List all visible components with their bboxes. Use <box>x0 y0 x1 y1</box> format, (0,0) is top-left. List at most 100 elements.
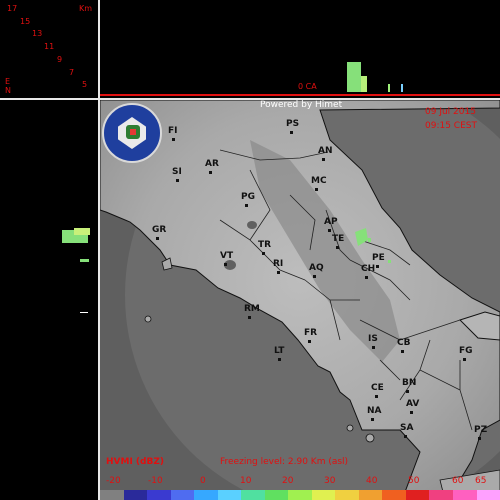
legend-tick: 30 <box>324 476 336 486</box>
echo-cell <box>347 62 361 92</box>
radar-display: 17 Km 15 13 11 9 7 5 E N 0 CA Powered by… <box>0 0 500 500</box>
legend-color-step <box>405 490 430 500</box>
legend-colorbar <box>100 490 500 500</box>
city-code: AQ <box>309 263 324 273</box>
legend-tick: -10 <box>148 476 163 486</box>
city-marker <box>224 263 227 266</box>
city-code: LT <box>274 346 285 356</box>
city-code: FI <box>168 126 178 136</box>
legend-tick: 20 <box>282 476 294 486</box>
city-code: FG <box>459 346 473 356</box>
city-marker <box>172 138 175 141</box>
legend-color-step <box>264 490 289 500</box>
city-code: RM <box>244 304 260 314</box>
city-code: FR <box>304 328 318 338</box>
legend-tick: -20 <box>106 476 121 486</box>
radar-date: 09 Jul 2015 <box>425 107 476 117</box>
ns-cross-section <box>0 100 98 500</box>
city-marker <box>410 411 413 414</box>
echo-area <box>368 238 371 242</box>
city-code: PE <box>372 253 385 263</box>
city-code: TE <box>332 234 345 244</box>
city-marker <box>245 204 248 207</box>
axis-label-n: N <box>5 86 11 95</box>
city-code: IS <box>368 334 378 344</box>
legend-color-step <box>452 490 477 500</box>
echo-cell <box>388 84 390 92</box>
city-marker <box>315 188 318 191</box>
legend-color-step <box>241 490 265 500</box>
city-code: AV <box>406 399 420 409</box>
legend-color-step <box>358 490 383 500</box>
city-marker <box>328 229 331 232</box>
legend-color-step <box>123 490 148 500</box>
city-code: PG <box>241 192 255 202</box>
legend-tick: 60 <box>452 476 464 486</box>
city-code: AP <box>324 217 338 227</box>
city-marker <box>176 179 179 182</box>
city-marker <box>336 246 339 249</box>
echo-cell <box>74 228 90 235</box>
city-code: PS <box>286 119 300 129</box>
island <box>144 315 152 323</box>
legend-color-step <box>311 490 336 500</box>
axis-label-e: E <box>5 77 11 86</box>
city-code: GR <box>152 225 167 235</box>
city-code: TR <box>258 240 272 250</box>
legend-color-step <box>194 490 218 500</box>
city-code: PZ <box>474 425 488 435</box>
height-label-13: 13 <box>32 29 43 38</box>
city-marker <box>248 316 251 319</box>
city-code: CH <box>361 264 376 274</box>
radar-time: 09:15 CEST <box>425 121 477 131</box>
legend-tick: 40 <box>366 476 378 486</box>
echo-area <box>388 260 391 263</box>
legend-tick: 65 <box>475 476 487 486</box>
legend-color-step <box>147 490 171 500</box>
city-marker <box>463 358 466 361</box>
height-label-17: 17 <box>7 4 18 13</box>
city-code: RI <box>273 259 284 269</box>
height-unit: Km <box>79 4 93 13</box>
city-marker <box>209 171 212 174</box>
city-code: SA <box>400 423 414 433</box>
city-code: AN <box>318 146 333 156</box>
legend-color-step <box>382 490 406 500</box>
legend-color-step <box>100 490 124 500</box>
legend-tick: 50 <box>408 476 420 486</box>
legend-color-step <box>217 490 242 500</box>
credit-text: Powered by Himet <box>260 100 343 110</box>
city-marker <box>277 271 280 274</box>
island <box>346 424 354 432</box>
echo-cell <box>361 76 367 92</box>
city-marker <box>322 158 325 161</box>
legend-product: HVMI (dBZ) <box>106 457 164 467</box>
city-code: SI <box>172 167 182 177</box>
city-code: MC <box>311 176 327 186</box>
city-code: CB <box>397 338 411 348</box>
freezing-level-line <box>100 94 500 96</box>
city-code: NA <box>367 406 382 416</box>
echo-cell <box>80 259 89 262</box>
city-marker <box>478 437 481 440</box>
city-code: VT <box>220 251 234 261</box>
city-marker <box>278 358 281 361</box>
legend-tick: 0 <box>200 476 206 486</box>
city-marker <box>313 275 316 278</box>
city-marker <box>371 418 374 421</box>
map-base <box>100 100 500 500</box>
city-code: BN <box>402 378 417 388</box>
echo-cell <box>401 84 403 92</box>
height-label-7: 7 <box>69 68 75 77</box>
height-label-15: 15 <box>20 17 31 26</box>
civil-protection-logo <box>102 103 162 163</box>
city-marker <box>308 340 311 343</box>
city-marker <box>404 435 407 438</box>
city-marker <box>375 395 378 398</box>
height-label-5: 5 <box>82 80 88 89</box>
legend-ticks: -20 -10 0 10 20 30 40 50 60 65 <box>100 477 500 487</box>
height-label-11: 11 <box>44 42 55 51</box>
city-marker <box>156 237 159 240</box>
lake <box>247 221 257 229</box>
island <box>365 433 375 443</box>
